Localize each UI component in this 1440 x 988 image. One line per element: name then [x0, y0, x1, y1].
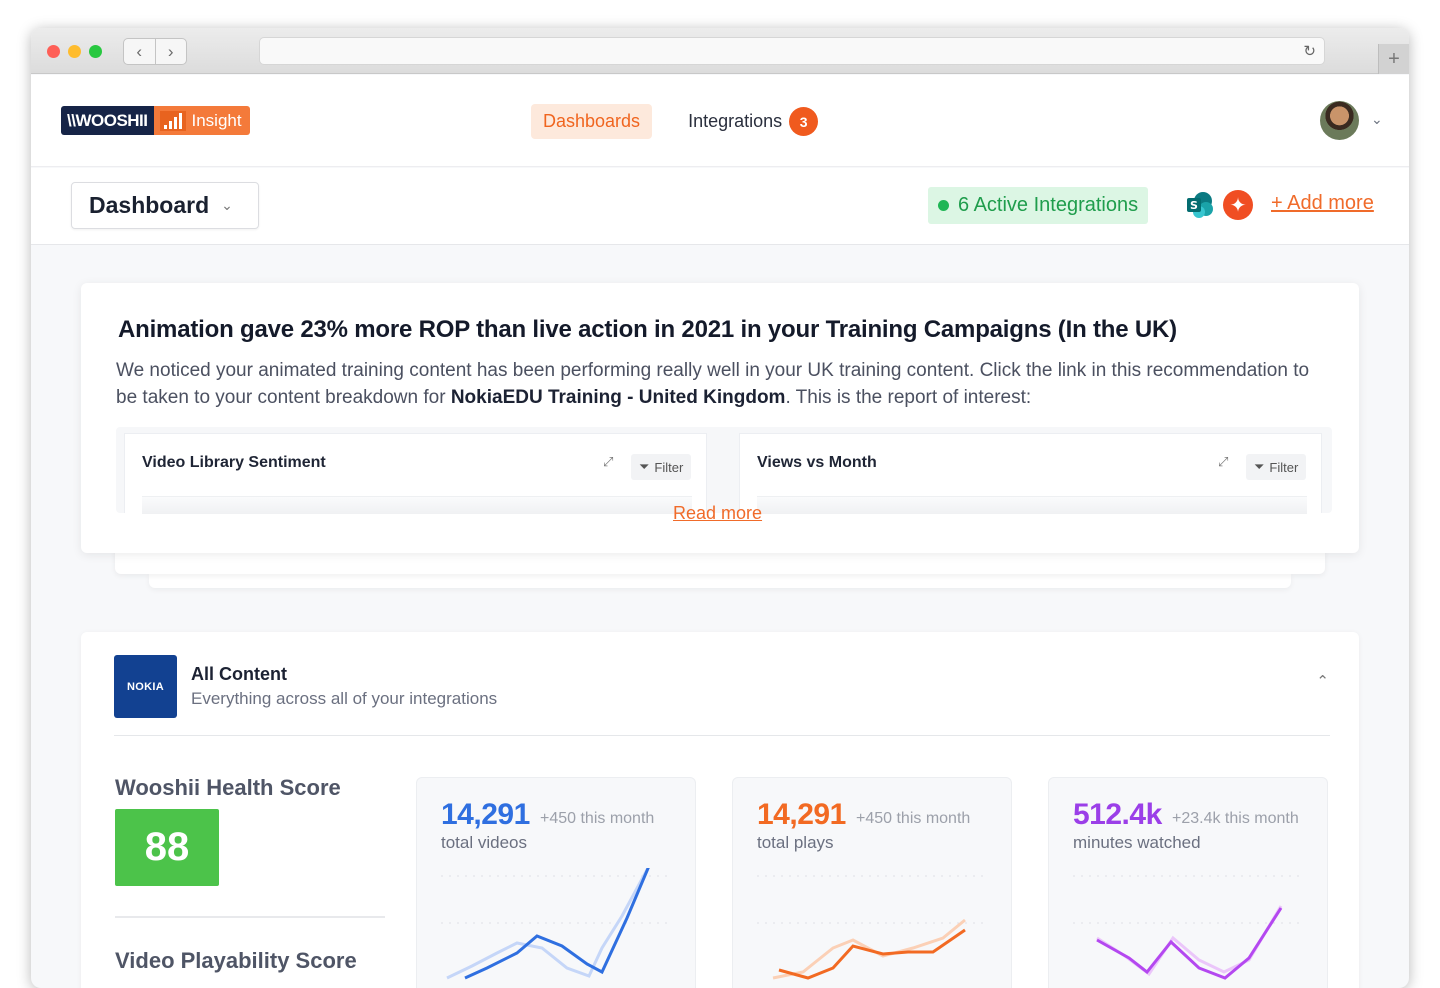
sparkline-plays [757, 875, 989, 980]
address-bar[interactable]: ↻ [259, 37, 1325, 65]
chevron-down-icon[interactable]: ⌄ [1371, 111, 1383, 128]
read-more-link[interactable]: Read more [673, 503, 762, 524]
reload-icon[interactable]: ↻ [1303, 42, 1316, 60]
new-tab-button[interactable]: + [1378, 44, 1409, 74]
history-nav: ‹ › [123, 38, 187, 65]
stat-card-videos[interactable]: 14,291 +450 this month total videos [416, 777, 696, 988]
sharepoint-icon[interactable]: S [1185, 190, 1215, 220]
svg-text:S: S [1190, 199, 1198, 212]
recommendation-text-end: . This is the report of interest: [785, 387, 1032, 408]
section-subtitle: Everything across all of your integratio… [191, 689, 498, 708]
logo-insight-label: Insight [191, 110, 242, 130]
stat-label: total plays [757, 833, 834, 852]
collapse-chevron-icon[interactable]: ⌃ [1316, 672, 1329, 690]
stat-delta: +450 this month [856, 810, 971, 827]
stat-value: 14,291 [757, 798, 846, 831]
active-integrations-label: 6 Active Integrations [958, 194, 1139, 216]
user-avatar[interactable] [1320, 101, 1359, 140]
top-navigation: Dashboards Integrations 3 [531, 104, 819, 139]
stat-delta: +23.4k this month [1172, 810, 1299, 827]
widget-chart-preview [142, 496, 692, 514]
widget-title: Video Library Sentiment [142, 454, 326, 471]
expand-icon[interactable]: ⤢ [1218, 454, 1228, 470]
forward-arrow-icon[interactable]: › [156, 39, 187, 64]
widget-title: Views vs Month [757, 454, 877, 471]
recommendation-title: Animation gave 23% more ROP than live ac… [118, 316, 1177, 343]
stat-card-minutes[interactable]: 512.4k +23.4k this month minutes watched [1048, 777, 1328, 988]
back-arrow-icon[interactable]: ‹ [124, 39, 156, 64]
browser-toolbar: ‹ › ↻ + [31, 28, 1409, 74]
divider [114, 735, 1330, 736]
recommendation-body: We noticed your animated training conten… [116, 357, 1331, 411]
logo-insight-badge: Insight [153, 106, 250, 135]
report-preview: Video Library Sentiment ⤢ ⏷ Filter Views … [116, 427, 1332, 514]
stat-card-plays[interactable]: 14,291 +450 this month total plays [732, 777, 1012, 988]
nav-dashboards[interactable]: Dashboards [531, 104, 653, 139]
dashboard-toolbar: Dashboard ⌄ 6 Active Integrations S ✦ + … [31, 168, 1409, 245]
nokia-logo: NOKIA [114, 655, 177, 718]
all-content-card: NOKIA All Content Everything across all … [81, 632, 1359, 988]
sparkle-integration-icon[interactable]: ✦ [1223, 190, 1253, 220]
dashboard-select[interactable]: Dashboard ⌄ [71, 182, 259, 229]
recommendation-highlight: NokiaEDU Training - United Kingdom [450, 387, 786, 408]
health-score-label: Wooshii Health Score [115, 775, 341, 800]
logo-wordmark: \\WOOSHII [61, 106, 154, 135]
widget-video-library-sentiment[interactable]: Video Library Sentiment ⤢ ⏷ Filter [124, 433, 707, 514]
playability-score-label: Video Playability Score [115, 948, 357, 973]
filter-button[interactable]: ⏷ Filter [631, 454, 692, 480]
stat-delta: +450 this month [540, 810, 655, 827]
widget-chart-preview [757, 496, 1307, 514]
dashboard-select-label: Dashboard [89, 192, 210, 218]
stat-value: 14,291 [441, 798, 530, 831]
filter-label: Filter [654, 459, 684, 475]
health-score-value: 88 [115, 809, 219, 886]
bar-chart-icon [159, 110, 186, 131]
stat-label: total videos [441, 833, 527, 852]
integrations-count-badge: 3 [789, 107, 819, 136]
divider [115, 916, 385, 918]
minimize-window-button[interactable] [68, 45, 81, 58]
widget-views-vs-month[interactable]: Views vs Month ⤢ ⏷ Filter [739, 433, 1322, 514]
chevron-down-icon: ⌄ [221, 197, 233, 213]
recommendation-card: Animation gave 23% more ROP than live ac… [81, 283, 1359, 553]
sparkline-minutes [1073, 875, 1305, 980]
expand-icon[interactable]: ⤢ [603, 454, 613, 470]
section-title: All Content [191, 664, 287, 684]
wooshii-insight-logo[interactable]: \\WOOSHII Insight [61, 106, 250, 135]
stat-value: 512.4k [1073, 798, 1162, 831]
app-header: \\WOOSHII Insight Dashboards Integration… [31, 75, 1409, 167]
card-stack-shadow [149, 574, 1291, 588]
filter-icon: ⏷ [1254, 459, 1265, 474]
filter-button[interactable]: ⏷ Filter [1246, 454, 1307, 480]
status-dot-icon [938, 200, 949, 211]
add-more-link[interactable]: + Add more [1271, 192, 1374, 215]
browser-window: ‹ › ↻ + \\WOOSHII Insight Dashboards Int… [31, 28, 1409, 988]
stat-label: minutes watched [1073, 833, 1201, 852]
filter-icon: ⏷ [639, 459, 650, 474]
nav-integrations[interactable]: Integrations 3 [688, 107, 819, 136]
active-integrations-badge[interactable]: 6 Active Integrations [928, 187, 1149, 224]
maximize-window-button[interactable] [89, 45, 102, 58]
filter-label: Filter [1269, 459, 1299, 475]
nav-integrations-label: Integrations [688, 111, 783, 131]
close-window-button[interactable] [47, 45, 60, 58]
sparkline-videos [441, 868, 673, 980]
